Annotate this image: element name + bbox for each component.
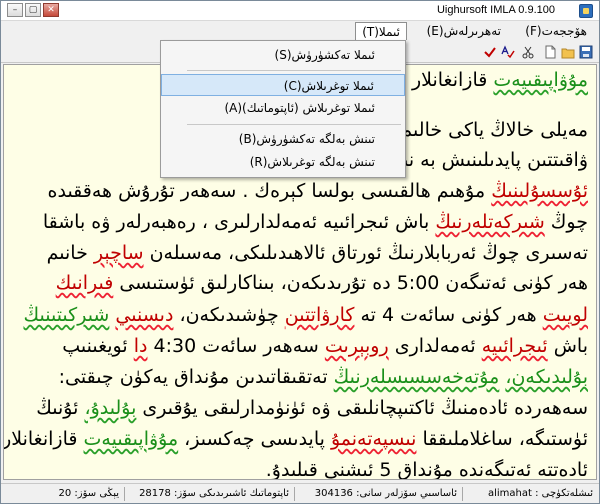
text-run: پايدىسى چەكسىز،	[178, 428, 331, 450]
status-divider	[294, 487, 295, 501]
cut-icon[interactable]	[521, 45, 535, 59]
text-run: چوڭ	[544, 211, 588, 233]
close-button[interactable]: ✕	[43, 3, 59, 17]
text-run: ئادەتتە ئەتىگەندە مۇنداق 5 ئىشنى قىلىدۇ.	[265, 459, 588, 480]
misspelled-word: روبېرىت	[324, 335, 389, 357]
misspelled-word: ئۇسسۇلىنىڭ	[491, 180, 588, 202]
text-run: تەتقىقاتىدىن مۇنداق يەكۈن چىقتى:	[58, 366, 334, 388]
text-run: سەھەر سائەت 4:30	[147, 335, 325, 357]
spelling-menu-dropdown: ئىملا تەكشۈرۈش(S) ئىملا توغرىلاش(C) ئىمل…	[160, 40, 406, 178]
text-line: چوڭ شىركەتلەرنىڭ باش ئىجرائىيە ئەمەلدارل…	[43, 211, 588, 233]
text-run: ھەر كۈنى ئەتىگەن 5:00 دە تۇرىدىكەن، بىنا…	[113, 272, 588, 294]
text-line: بۇلىدىكەن، مۇتەخەسسىسلەرنىڭ تەتقىقاتىدىن…	[59, 366, 588, 388]
text-run: قازانغانلار	[3, 428, 84, 450]
app-icon	[579, 4, 593, 18]
misspelled-word: كارۋاتتىن	[284, 304, 355, 326]
suggested-word: شىركىتىنىڭ	[23, 304, 110, 326]
status-divider	[124, 487, 125, 501]
menu-spelling[interactable]: ئىملا(T)	[355, 22, 407, 40]
text-line: تەسىرى چوڭ ئەربابلارنىڭ ئورتاق ئالاھىدىل…	[47, 242, 588, 264]
text-run: مۇھىم ھالقىسى بولسا كېرەك . سەھەر تۇرۇش …	[47, 180, 492, 202]
status-divider	[462, 487, 463, 501]
text-run: مەيلى خالاڭ ياكى خالىم	[400, 119, 588, 141]
menu-item-punctuation-check[interactable]: تىنش بەلگە تەكشۈرۈش(B)	[161, 128, 405, 150]
text-line: ئۈستىگە، ساغلاملىققا نىسپەتەنمۇ پايدىسى …	[3, 428, 588, 450]
misspelled-word: دا	[133, 335, 148, 357]
text-run: چۈشىدىكەن،	[173, 304, 285, 326]
status-user: ئىشلەتكۈچى : alimahat	[487, 488, 593, 499]
misspelled-word: نىسپەتەنمۇ	[330, 428, 417, 450]
text-run: ئەمەلدارى	[388, 335, 482, 357]
text-line: ئادەتتە ئەتىگەندە مۇنداق 5 ئىشنى قىلىدۇ.	[265, 459, 588, 480]
window-title: Uighursoft IMLA 0.9.100	[436, 4, 555, 16]
text-line: لويىت ھەر كۈنى سائەت 4 تە كارۋاتتىن چۈشى…	[23, 304, 588, 326]
minimize-button[interactable]: –	[7, 3, 23, 17]
misspelled-word: شىركەتلەرنىڭ	[435, 211, 545, 233]
misspelled-word: ئىجرائىيە	[481, 335, 548, 357]
text-run: ئۈستىگە، ساغلاملىققا	[416, 428, 588, 450]
menu-separator	[187, 124, 401, 125]
new-document-icon[interactable]	[543, 45, 557, 59]
text-line: ئۇسسۇلىنىڭ مۇھىم ھالقىسى بولسا كېرەك . س…	[48, 180, 588, 202]
text-run: قازانغانلار ئ	[391, 69, 494, 91]
check-icon[interactable]	[483, 45, 497, 59]
text-run: سەھەردە ئادەمنىڭ ئاكتىپچانلىقى ۋە ئۈنۈمد…	[136, 397, 588, 419]
menu-separator	[187, 70, 401, 71]
misspelled-word: لويىت	[542, 304, 588, 326]
app-window: – ▢ ✕ Uighursoft IMLA 0.9.100 ھۆججەت(F) …	[0, 0, 600, 504]
suggested-word: مۇۋاپىقىيەت	[493, 69, 588, 91]
status-auto-word-count: ئاپتوماتىك ئاشىرىدىكى سۆز: 28178	[139, 488, 289, 499]
misspelled-word: فىرانىك	[55, 272, 114, 294]
text-line: ھەر كۈنى ئەتىگەن 5:00 دە تۇرىدىكەن، بىنا…	[56, 272, 588, 294]
menu-file[interactable]: ھۆججەت(F)	[519, 22, 593, 40]
menu-item-spell-check[interactable]: ئىملا تەكشۈرۈش(S)	[161, 44, 405, 66]
text-run: ئۇنىڭ	[36, 397, 85, 419]
text-run: خانىم	[46, 242, 94, 264]
menu-item-spell-correct-auto[interactable]: ئىملا توغرىلاش (ئاپتوماتىك)(A)	[161, 97, 405, 119]
menu-edit[interactable]: تەھرىرلەش(E)	[421, 22, 507, 40]
suggested-word: مۇۋاپىقىيەت	[83, 428, 179, 450]
text-line: مۇۋاپىقىيەت قازانغانلار ئ	[391, 69, 588, 91]
suggested-word: بۇلىدۇ،	[84, 397, 137, 419]
status-new-word-count: يېڭى سۆز: 20	[58, 488, 120, 499]
menu-item-spell-correct[interactable]: ئىملا توغرىلاش(C)	[161, 74, 405, 96]
save-icon[interactable]	[579, 45, 593, 59]
text-run: باش ئىجرائىيە ئەمەلدارلىرى ، رەھبەرلەر ۋ…	[42, 211, 436, 233]
text-line: باش ئىجرائىيە ئەمەلدارى روبېرىت سەھەر سا…	[62, 335, 588, 357]
menu-item-punctuation-correct[interactable]: تىنش بەلگە توغرىلاش(R)	[161, 151, 405, 173]
misspelled-word: ساچېر	[93, 242, 144, 264]
open-icon[interactable]	[561, 45, 575, 59]
menu-bar: ھۆججەت(F) تەھرىرلەش(E) ئىملا(T)	[1, 21, 599, 41]
suggested-word: مۇتەخەسسىسلەرنىڭ	[333, 366, 500, 388]
spellcheck-icon[interactable]	[501, 45, 515, 59]
text-run: ۋاقىتتىن پايدىلىنىش بە	[420, 149, 588, 171]
misspelled-word: دىسنىي	[115, 304, 174, 326]
status-word-count: ئاساسىي سۆزلەر سانى: 304136	[314, 488, 457, 499]
text-run: ئويغىنىپ	[62, 335, 134, 357]
status-bar: ئىشلەتكۈچى : alimahat ئاساسىي سۆزلەر سان…	[1, 483, 599, 503]
suggested-word: بۇلىدىكەن،	[505, 366, 588, 388]
text-run: تەسىرى چوڭ ئەربابلارنىڭ ئورتاق ئالاھىدىل…	[143, 242, 588, 264]
title-bar[interactable]: – ▢ ✕ Uighursoft IMLA 0.9.100	[1, 1, 599, 21]
maximize-button[interactable]: ▢	[25, 3, 41, 17]
text-line: سەھەردە ئادەمنىڭ ئاكتىپچانلىقى ۋە ئۈنۈمد…	[36, 397, 588, 419]
text-run: ھەر كۈنى سائەت 4 تە	[354, 304, 543, 326]
text-run: باش	[547, 335, 588, 357]
